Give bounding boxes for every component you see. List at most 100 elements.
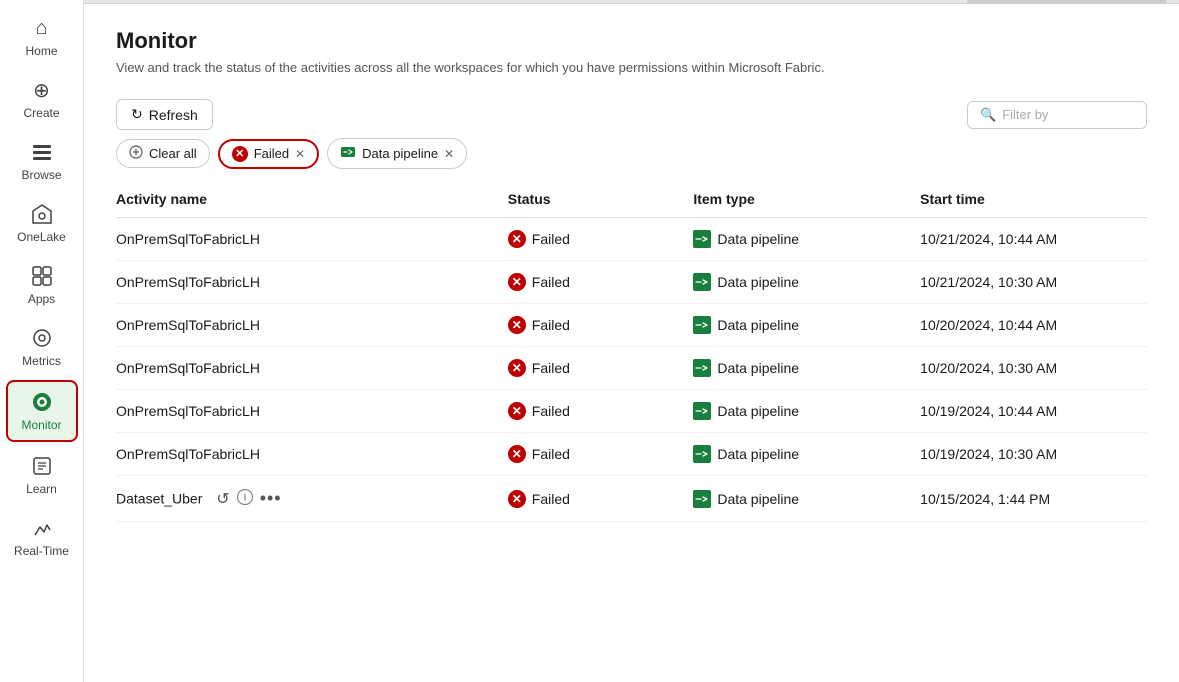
- sidebar-item-label: Real-Time: [14, 544, 69, 558]
- main-content: Monitor View and track the status of the…: [84, 0, 1179, 682]
- sidebar-item-monitor[interactable]: Monitor: [6, 380, 78, 442]
- status-label: Failed: [532, 317, 570, 333]
- filter-search[interactable]: 🔍 Filter by: [967, 101, 1147, 129]
- realtime-icon: [30, 516, 54, 540]
- item-type-cell: Data pipeline: [693, 490, 908, 508]
- cell-activity-name: OnPremSqlToFabricLH: [116, 304, 508, 347]
- search-icon: 🔍: [980, 107, 996, 123]
- activity-name: OnPremSqlToFabricLH: [116, 360, 260, 376]
- item-type-cell: Data pipeline: [693, 230, 908, 248]
- monitor-icon: [30, 390, 54, 414]
- failed-icon: ✕: [508, 316, 526, 334]
- filter-tag-pipeline-label: Data pipeline: [362, 146, 438, 161]
- cell-status: ✕ Failed: [508, 304, 694, 347]
- activity-name: OnPremSqlToFabricLH: [116, 317, 260, 333]
- failed-status-icon: ✕: [232, 146, 248, 162]
- sidebar-item-label: Apps: [28, 292, 55, 306]
- failed-icon: ✕: [508, 359, 526, 377]
- cell-activity-name: OnPremSqlToFabricLH: [116, 390, 508, 433]
- sidebar-item-apps[interactable]: Apps: [6, 256, 78, 314]
- filter-tag-failed[interactable]: ✕ Failed ✕: [218, 139, 319, 169]
- start-time-label: 10/19/2024, 10:44 AM: [920, 403, 1057, 419]
- sidebar-item-label: Create: [23, 106, 59, 120]
- status-cell: ✕ Failed: [508, 445, 682, 463]
- table-row[interactable]: OnPremSqlToFabricLH ✕ Failed Data pipeli…: [116, 390, 1147, 433]
- cell-start-time: 10/15/2024, 1:44 PM: [920, 476, 1147, 522]
- cell-status: ✕ Failed: [508, 433, 694, 476]
- cell-item-type: Data pipeline: [693, 347, 920, 390]
- create-icon: ⊕: [30, 78, 54, 102]
- filter-tag-pipeline-close[interactable]: ✕: [444, 147, 454, 161]
- cell-status: ✕ Failed: [508, 476, 694, 522]
- item-type-cell: Data pipeline: [693, 273, 908, 291]
- onelake-icon: [30, 202, 54, 226]
- more-icon[interactable]: •••: [260, 488, 282, 509]
- table-row[interactable]: OnPremSqlToFabricLH ✕ Failed Data pipeli…: [116, 433, 1147, 476]
- status-cell: ✕ Failed: [508, 230, 682, 248]
- pipeline-icon: [693, 316, 711, 334]
- sidebar-item-create[interactable]: ⊕ Create: [6, 70, 78, 128]
- activities-table: Activity name Status Item type Start tim…: [116, 181, 1147, 522]
- cell-item-type: Data pipeline: [693, 304, 920, 347]
- filter-placeholder: Filter by: [1002, 107, 1048, 122]
- toolbar-left: ↻ Refresh: [116, 99, 213, 130]
- info-icon[interactable]: [236, 488, 254, 509]
- restore-icon[interactable]: ↺: [216, 489, 229, 509]
- failed-icon: ✕: [508, 490, 526, 508]
- refresh-icon: ↻: [131, 106, 143, 123]
- sidebar-item-onelake[interactable]: OneLake: [6, 194, 78, 252]
- sidebar-item-realtime[interactable]: Real-Time: [6, 508, 78, 566]
- item-type-label: Data pipeline: [717, 274, 799, 290]
- filter-tag-pipeline[interactable]: Data pipeline ✕: [327, 138, 467, 169]
- cell-activity-name: OnPremSqlToFabricLH: [116, 347, 508, 390]
- col-item-type: Item type: [693, 181, 920, 218]
- status-label: Failed: [532, 446, 570, 462]
- pipeline-icon: [693, 445, 711, 463]
- metrics-icon: [30, 326, 54, 350]
- failed-icon: ✕: [508, 273, 526, 291]
- table-row[interactable]: OnPremSqlToFabricLH ✕ Failed Data pipeli…: [116, 218, 1147, 261]
- table-row[interactable]: OnPremSqlToFabricLH ✕ Failed Data pipeli…: [116, 347, 1147, 390]
- item-type-label: Data pipeline: [717, 317, 799, 333]
- start-time-label: 10/21/2024, 10:44 AM: [920, 231, 1057, 247]
- start-time-label: 10/20/2024, 10:30 AM: [920, 360, 1057, 376]
- cell-item-type: Data pipeline: [693, 261, 920, 304]
- sidebar-item-home[interactable]: ⌂ Home: [6, 8, 78, 66]
- item-type-label: Data pipeline: [717, 446, 799, 462]
- col-start-time: Start time: [920, 181, 1147, 218]
- cell-status: ✕ Failed: [508, 390, 694, 433]
- clear-all-icon: [129, 145, 143, 162]
- pipeline-icon: [693, 402, 711, 420]
- item-type-cell: Data pipeline: [693, 316, 908, 334]
- sidebar-item-metrics[interactable]: Metrics: [6, 318, 78, 376]
- activity-name: OnPremSqlToFabricLH: [116, 231, 260, 247]
- clear-all-button[interactable]: Clear all: [116, 139, 210, 168]
- sidebar-item-learn[interactable]: Learn: [6, 446, 78, 504]
- start-time-label: 10/21/2024, 10:30 AM: [920, 274, 1057, 290]
- refresh-button[interactable]: ↻ Refresh: [116, 99, 213, 130]
- filter-tag-failed-label: Failed: [254, 146, 289, 161]
- table-row[interactable]: OnPremSqlToFabricLH ✕ Failed Data pipeli…: [116, 261, 1147, 304]
- status-label: Failed: [532, 360, 570, 376]
- apps-icon: [30, 264, 54, 288]
- browse-icon: [30, 140, 54, 164]
- pipeline-icon: [693, 273, 711, 291]
- status-cell: ✕ Failed: [508, 490, 682, 508]
- table-row[interactable]: Dataset_Uber ↺ ••• ✕ Failed: [116, 476, 1147, 522]
- status-cell: ✕ Failed: [508, 359, 682, 377]
- sidebar-item-browse[interactable]: Browse: [6, 132, 78, 190]
- status-cell: ✕ Failed: [508, 273, 682, 291]
- pipeline-icon: [693, 490, 711, 508]
- sidebar-item-label: Learn: [26, 482, 57, 496]
- col-status: Status: [508, 181, 694, 218]
- filter-tag-failed-close[interactable]: ✕: [295, 147, 305, 161]
- page-header: Monitor View and track the status of the…: [84, 4, 1179, 99]
- item-type-cell: Data pipeline: [693, 359, 908, 377]
- item-type-cell: Data pipeline: [693, 402, 908, 420]
- toolbar: ↻ Refresh 🔍 Filter by: [84, 99, 1179, 138]
- cell-start-time: 10/19/2024, 10:30 AM: [920, 433, 1147, 476]
- item-type-label: Data pipeline: [717, 360, 799, 376]
- sidebar: ⌂ Home ⊕ Create Browse OneLake: [0, 0, 84, 682]
- pipeline-tag-icon: [340, 144, 356, 163]
- table-row[interactable]: OnPremSqlToFabricLH ✕ Failed Data pipeli…: [116, 304, 1147, 347]
